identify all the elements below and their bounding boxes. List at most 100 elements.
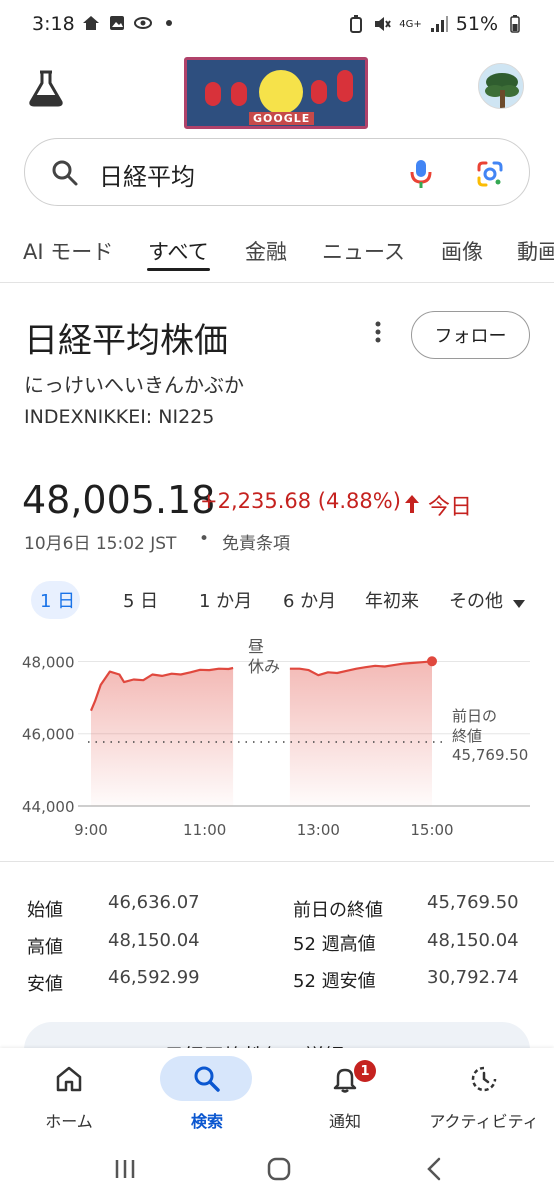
lantern-decoration: [337, 70, 353, 102]
bottom-navigation: ホーム 検索 1 通知 アクティビティ: [0, 1048, 554, 1138]
nav-activity[interactable]: アクティビティ: [414, 1048, 554, 1138]
lunch-break-label: 休み: [248, 657, 280, 676]
stat-open-value: 46,636.07: [108, 892, 200, 913]
stat-52w-high-value: 48,150.04: [427, 930, 519, 951]
prev-close-value: 45,769.50: [452, 746, 528, 764]
stock-reading: にっけいへいきんかぶか: [24, 373, 244, 397]
last-price-dot: [427, 656, 437, 667]
mute-icon: [373, 15, 392, 33]
battery-saver-icon: [347, 15, 365, 33]
nav-home[interactable]: ホーム: [0, 1048, 138, 1138]
range-more[interactable]: その他: [449, 587, 503, 613]
stat-52w-high-label: 52 週高値: [293, 934, 376, 955]
divider: [0, 861, 554, 862]
network-type: 4G+: [399, 18, 422, 30]
stat-prev-close-value: 45,769.50: [427, 892, 519, 913]
tab-videos[interactable]: 動画: [517, 236, 554, 266]
search-icon: [192, 1064, 222, 1094]
google-lens-icon[interactable]: [475, 159, 505, 189]
stock-title: 日経平均株価: [24, 321, 228, 361]
tab-finance[interactable]: 金融: [245, 236, 287, 266]
stat-high-label: 高値: [27, 937, 63, 958]
divider: [0, 282, 554, 283]
home-button-icon[interactable]: [262, 1152, 296, 1186]
microphone-icon[interactable]: [409, 158, 433, 190]
range-1-month[interactable]: 1 か月: [199, 587, 252, 613]
y-tick-label: 44,000: [22, 798, 75, 816]
eye-status-icon: [134, 14, 152, 32]
search-input[interactable]: 日経平均: [99, 157, 195, 192]
stat-52w-low-value: 30,792.74: [427, 967, 519, 988]
dot-status-icon: [160, 14, 178, 32]
more-options-icon[interactable]: [368, 318, 388, 348]
avatar[interactable]: [478, 63, 524, 109]
tab-news[interactable]: ニュース: [322, 236, 405, 266]
stat-open-label: 始値: [27, 900, 63, 921]
range-1-day[interactable]: 1 日: [40, 587, 75, 613]
home-icon: [54, 1064, 84, 1094]
price-chart[interactable]: 48,000 46,000 44,000 9:00 11:00 13:00 15:00 昼休み…: [0, 630, 554, 850]
doodle-logo-text: GOOGLE: [249, 112, 315, 125]
arrow-up-icon: [403, 494, 421, 514]
nav-search-label: 検索: [190, 1112, 223, 1131]
search-tabs: AI モード すべて 金融 ニュース 画像 動画: [0, 228, 554, 278]
follow-button[interactable]: フォロー: [411, 311, 530, 359]
search-icon: [51, 159, 79, 187]
prev-close-label: 前日の: [452, 707, 497, 725]
recent-apps-icon[interactable]: [108, 1152, 142, 1186]
change-period: 今日: [428, 495, 473, 520]
nav-notifications-label: 通知: [328, 1112, 361, 1131]
status-bar: 3:18 4G+ 51%: [0, 0, 554, 52]
separator: •: [199, 529, 210, 549]
lantern-decoration: [311, 80, 327, 104]
active-tab-indicator: [147, 268, 210, 271]
x-tick-label: 9:00: [74, 821, 108, 839]
current-price: 48,005.18: [22, 478, 216, 522]
moon-decoration: [259, 70, 303, 114]
status-right: 4G+ 51%: [347, 13, 524, 35]
tab-all[interactable]: すべて: [148, 236, 209, 266]
stat-prev-close-label: 前日の終値: [293, 900, 383, 921]
battery-icon: [506, 15, 524, 33]
range-5-day[interactable]: 5 日: [123, 587, 158, 613]
stock-ticker: INDEXNIKKEI: NI225: [24, 406, 215, 428]
disclaimer-link[interactable]: 免責条項: [222, 529, 290, 554]
timestamp: 10月6日 15:02 JST: [24, 534, 177, 554]
nav-home-label: ホーム: [45, 1112, 93, 1131]
nav-search[interactable]: 検索: [138, 1048, 276, 1138]
stat-52w-low-label: 52 週安値: [293, 971, 376, 992]
activity-icon: [469, 1064, 499, 1094]
search-bar[interactable]: 日経平均: [24, 138, 530, 206]
stat-low-label: 安値: [27, 974, 63, 995]
tab-images[interactable]: 画像: [441, 236, 483, 266]
notification-badge: 1: [354, 1060, 376, 1082]
battery-percent: 51%: [455, 13, 498, 35]
price-change: +2,235.68 (4.88%): [200, 489, 401, 513]
lunch-break-label: 昼: [248, 637, 264, 656]
x-tick-label: 13:00: [297, 821, 340, 839]
back-icon[interactable]: [418, 1152, 452, 1186]
notification-icons: [82, 14, 178, 32]
status-time: 3:18: [32, 13, 75, 35]
home-status-icon: [82, 14, 100, 32]
morning-series-area: [91, 668, 234, 806]
nav-notifications[interactable]: 1 通知: [276, 1048, 414, 1138]
x-tick-label: 15:00: [410, 821, 453, 839]
nav-activity-label: アクティビティ: [429, 1112, 539, 1131]
y-tick-label: 46,000: [22, 726, 75, 744]
lantern-decoration: [205, 82, 221, 106]
x-tick-label: 11:00: [183, 821, 226, 839]
lantern-decoration: [231, 82, 247, 106]
signal-icon: [430, 15, 448, 33]
stat-high-value: 48,150.04: [108, 930, 200, 951]
image-status-icon: [108, 14, 126, 32]
afternoon-series-area: [289, 661, 432, 806]
range-ytd[interactable]: 年初来: [365, 587, 419, 613]
system-navigation: [0, 1138, 554, 1200]
dropdown-arrow-icon[interactable]: [512, 594, 526, 608]
flask-icon[interactable]: [26, 68, 66, 108]
stat-low-value: 46,592.99: [108, 967, 200, 988]
tab-ai-mode[interactable]: AI モード: [23, 236, 113, 266]
google-doodle[interactable]: GOOGLE: [184, 57, 368, 129]
range-6-month[interactable]: 6 か月: [283, 587, 336, 613]
